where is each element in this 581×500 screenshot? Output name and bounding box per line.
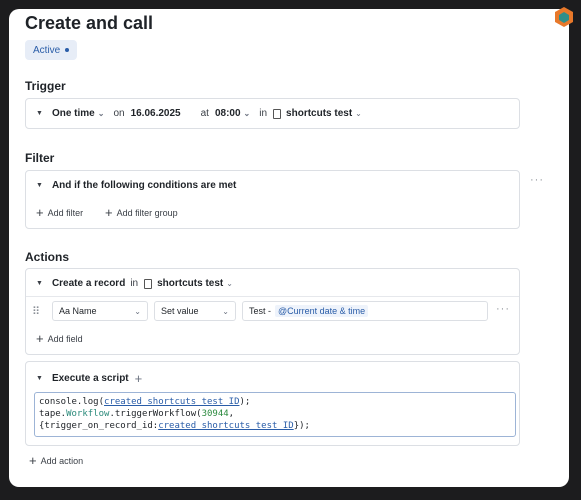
collapse-triangle-icon[interactable]: ▼ [36,280,43,287]
plus-icon: + [36,331,44,346]
filter-more-icon[interactable]: ··· [530,174,544,186]
plus-icon: + [29,453,37,468]
code-line: {trigger_on_record_id:created_shortcuts_… [39,421,310,431]
create-record-label: Create a record [51,278,126,289]
trigger-date[interactable]: 16.06.2025 [131,108,181,119]
trigger-table[interactable]: shortcuts test ⌄ [273,108,362,119]
create-record-card: ▼ Create a record in shortcuts test ⌄ ⠿ … [25,268,520,355]
trigger-card: ▼ One time ⌄ on 16.06.2025 at 08:00 ⌄ in s… [25,98,520,129]
chevron-down-icon: ⌄ [134,306,141,316]
trigger-heading: Trigger [25,79,66,93]
add-filter-button[interactable]: + Add filter [36,206,83,219]
add-filter-group-button[interactable]: + Add filter group [105,206,178,219]
status-badge[interactable]: Active [25,40,78,60]
document-icon [273,108,282,119]
add-script-plus-icon[interactable]: + [135,371,143,386]
on-label: on [113,108,125,119]
field-value-input[interactable]: Test - @Current date & time [242,301,488,321]
chevron-down-icon: ⌄ [243,109,251,118]
filter-heading: Filter [25,151,55,165]
current-date-tag[interactable]: @Current date & time [275,305,369,317]
code-line: console.log(created_shortcuts_test_ID); [39,397,251,407]
trigger-frequency[interactable]: One time ⌄ [52,108,105,119]
actions-heading: Actions [25,250,70,264]
trigger-time[interactable]: 08:00 ⌄ [215,108,250,119]
create-record-table[interactable]: shortcuts test ⌄ [144,278,233,289]
app-logo-icon [555,7,573,27]
collapse-triangle-icon[interactable]: ▼ [36,110,43,117]
add-field-button[interactable]: + Add field [36,332,83,345]
execute-script-row: ▼ Execute a script + [36,371,142,386]
filter-condition: And if the following conditions are met [51,180,237,191]
divider [26,296,519,297]
page-title: Create and call [25,13,154,33]
in-label: in [130,278,139,289]
create-record-row: ▼ Create a record in shortcuts test ⌄ [36,278,233,289]
collapse-triangle-icon[interactable]: ▼ [36,375,43,382]
workflow-panel: Create and call Active Trigger ▼ One tim… [9,9,569,487]
field-name-select[interactable]: Aa Name ⌄ [52,301,148,321]
field-more-icon[interactable]: ··· [496,303,510,315]
at-label: at [200,108,209,119]
script-editor[interactable]: console.log(created_shortcuts_test_ID);t… [34,392,516,437]
document-icon [144,278,153,289]
chevron-down-icon: ⌄ [355,109,362,118]
status-dot-icon [65,48,70,52]
code-line: tape.Workflow.triggerWorkflow(30944, [39,409,235,419]
filter-card: ▼ And if the following conditions are me… [25,170,520,229]
collapse-triangle-icon[interactable]: ▼ [36,182,43,189]
execute-script-label: Execute a script [51,373,129,384]
chevron-down-icon: ⌄ [97,109,105,118]
drag-handle-icon[interactable]: ⠿ [32,305,40,318]
status-label: Active [33,44,61,56]
chevron-down-icon: ⌄ [222,306,229,316]
field-operation-select[interactable]: Set value ⌄ [154,301,236,321]
execute-script-card: ▼ Execute a script + console.log(created… [25,361,520,446]
trigger-row: ▼ One time ⌄ on 16.06.2025 at 08:00 ⌄ in s… [36,108,362,119]
in-label: in [259,108,268,119]
add-action-button[interactable]: + Add action [29,454,83,467]
plus-icon: + [36,205,44,220]
chevron-down-icon: ⌄ [226,279,233,288]
filter-condition-row: ▼ And if the following conditions are me… [36,180,236,191]
plus-icon: + [105,205,113,220]
